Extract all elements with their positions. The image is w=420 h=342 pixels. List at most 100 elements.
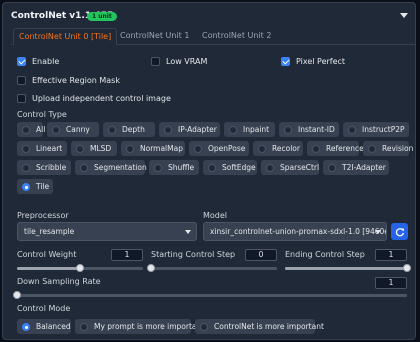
control-type-all[interactable]: All xyxy=(17,122,46,137)
control-type-segmentation[interactable]: Segmentation xyxy=(75,160,147,175)
triangle-down-icon[interactable] xyxy=(399,10,409,20)
radio-dot[interactable] xyxy=(328,163,336,172)
low-vram-checkbox[interactable]: Low VRAM xyxy=(151,56,207,67)
unit-tabs: ControlNet Unit 0 [Tile] ControlNet Unit… xyxy=(11,28,415,45)
control-type-depth[interactable]: Depth xyxy=(103,122,155,137)
control-type-tile-label: Tile xyxy=(36,182,50,191)
control-type-revision-label: Revision xyxy=(382,144,414,153)
control-weight-input[interactable]: 1 xyxy=(111,249,143,261)
control-weight-label: Control Weight xyxy=(17,250,77,259)
radio-dot[interactable] xyxy=(22,144,30,153)
tab-unit-1[interactable]: ControlNet Unit 1 xyxy=(115,28,194,45)
radio-dot[interactable] xyxy=(258,144,266,153)
low-vram-check-box[interactable] xyxy=(151,57,160,66)
control-weight-thumb[interactable] xyxy=(76,264,84,272)
chevron-down-icon xyxy=(375,230,381,234)
effective-region-mask-checkbox[interactable]: Effective Region Mask xyxy=(17,75,120,86)
radio-dot[interactable] xyxy=(22,163,30,172)
control-type-softedge[interactable]: SoftEdge xyxy=(203,160,257,175)
refresh-button[interactable] xyxy=(391,223,408,240)
upload-independent-checkbox[interactable]: Upload independent control image xyxy=(17,93,171,104)
control-type-instructp2p[interactable]: InstructP2P xyxy=(343,122,409,137)
control-type-shuffle[interactable]: Shuffle xyxy=(149,160,199,175)
start-step-thumb[interactable] xyxy=(147,264,155,272)
down-sampling-input[interactable]: 1 xyxy=(375,277,407,289)
radio-dot[interactable] xyxy=(154,163,162,172)
radio-dot[interactable] xyxy=(229,125,237,134)
radio-dot[interactable] xyxy=(108,125,116,134)
upload-independent-check-box[interactable] xyxy=(17,94,26,103)
control-type-tile[interactable]: Tile xyxy=(17,179,53,194)
control-type-reference[interactable]: Reference xyxy=(307,141,364,156)
control-type-revision[interactable]: Revision xyxy=(363,141,413,156)
down-sampling-slider[interactable] xyxy=(13,291,407,299)
start-step-label: Starting Control Step xyxy=(151,250,236,259)
model-label: Model xyxy=(203,211,228,220)
control-type-inpaint-label: Inpaint xyxy=(243,125,270,134)
preprocessor-label: Preprocessor xyxy=(17,211,69,220)
radio-dot[interactable] xyxy=(52,125,60,134)
model-dropdown[interactable]: xinsir_controlnet-union-promax-sdxl-1.0 … xyxy=(203,222,387,241)
control-type-recolor[interactable]: Recolor xyxy=(253,141,303,156)
control-type-recolor-label: Recolor xyxy=(272,144,300,153)
control-type-canny-label: Canny xyxy=(66,125,90,134)
control-type-sparsectrl[interactable]: SparseCtrl xyxy=(261,160,319,175)
control-type-instant-id-label: Instant-ID xyxy=(298,125,335,134)
control-mode-controlnet[interactable]: ControlNet is more important xyxy=(195,319,324,334)
effective-region-mask-label: Effective Region Mask xyxy=(32,76,120,85)
radio-dot[interactable] xyxy=(126,144,134,153)
unit-count-badge: 1 unit xyxy=(87,12,117,21)
control-type-openpose[interactable]: OpenPose xyxy=(189,141,249,156)
control-type-inpaint[interactable]: Inpaint xyxy=(224,122,275,137)
radio-dot[interactable] xyxy=(208,163,216,172)
down-sampling-thumb[interactable] xyxy=(13,291,21,299)
unit-0-content: Enable Low VRAM Pixel Perfect Effective … xyxy=(11,46,415,338)
radio-dot[interactable] xyxy=(76,144,84,153)
pixel-perfect-checkbox[interactable]: Pixel Perfect xyxy=(281,56,345,67)
radio-dot[interactable] xyxy=(284,125,292,134)
radio-dot-selected[interactable] xyxy=(22,182,30,191)
control-type-mlsd-label: MLSD xyxy=(90,144,112,153)
controlnet-panel: ControlNet v1.1.455 1 unit ControlNet Un… xyxy=(2,2,416,340)
control-mode-prompt[interactable]: My prompt is more important xyxy=(75,319,204,334)
radio-dot[interactable] xyxy=(164,125,172,134)
radio-dot[interactable] xyxy=(200,322,208,331)
radio-dot[interactable] xyxy=(312,144,320,153)
control-mode-balanced[interactable]: Balanced xyxy=(17,319,71,334)
preprocessor-dropdown[interactable]: tile_resample xyxy=(17,222,197,241)
control-type-instant-id[interactable]: Instant-ID xyxy=(279,122,339,137)
control-type-ip-adapter[interactable]: IP-Adapter xyxy=(159,122,220,137)
radio-dot[interactable] xyxy=(266,163,274,172)
end-step-thumb[interactable] xyxy=(403,264,411,272)
radio-dot[interactable] xyxy=(22,125,30,134)
effective-region-mask-check-box[interactable] xyxy=(17,76,26,85)
start-step-input[interactable]: 0 xyxy=(245,249,277,261)
radio-dot[interactable] xyxy=(348,125,356,134)
control-type-canny[interactable]: Canny xyxy=(47,122,99,137)
control-type-t2i-adapter[interactable]: T2I-Adapter xyxy=(323,160,389,175)
control-type-lineart[interactable]: Lineart xyxy=(17,141,67,156)
radio-dot[interactable] xyxy=(80,322,88,331)
control-type-scribble[interactable]: Scribble xyxy=(17,160,71,175)
radio-dot[interactable] xyxy=(368,144,376,153)
end-step-input[interactable]: 1 xyxy=(375,249,407,261)
upload-independent-label: Upload independent control image xyxy=(32,94,171,103)
pixel-perfect-check-box[interactable] xyxy=(281,57,290,66)
end-step-slider[interactable] xyxy=(285,264,411,272)
radio-dot-selected[interactable] xyxy=(22,322,30,331)
control-type-softedge-label: SoftEdge xyxy=(222,163,256,172)
radio-dot[interactable] xyxy=(80,163,88,172)
control-type-normalmap[interactable]: NormalMap xyxy=(121,141,185,156)
control-type-all-label: All xyxy=(36,125,46,134)
start-step-slider[interactable] xyxy=(147,264,277,272)
control-weight-slider[interactable] xyxy=(17,264,143,272)
tab-unit-2[interactable]: ControlNet Unit 2 xyxy=(197,28,276,45)
control-type-mlsd[interactable]: MLSD xyxy=(71,141,117,156)
radio-dot[interactable] xyxy=(194,144,202,153)
enable-checkbox[interactable]: Enable xyxy=(17,56,59,67)
tab-unit-0[interactable]: ControlNet Unit 0 [Tile] xyxy=(13,28,118,45)
control-type-sparsectrl-label: SparseCtrl xyxy=(280,163,320,172)
end-step-label: Ending Control Step xyxy=(285,250,365,259)
enable-check-box[interactable] xyxy=(17,57,26,66)
control-type-openpose-label: OpenPose xyxy=(208,144,246,153)
